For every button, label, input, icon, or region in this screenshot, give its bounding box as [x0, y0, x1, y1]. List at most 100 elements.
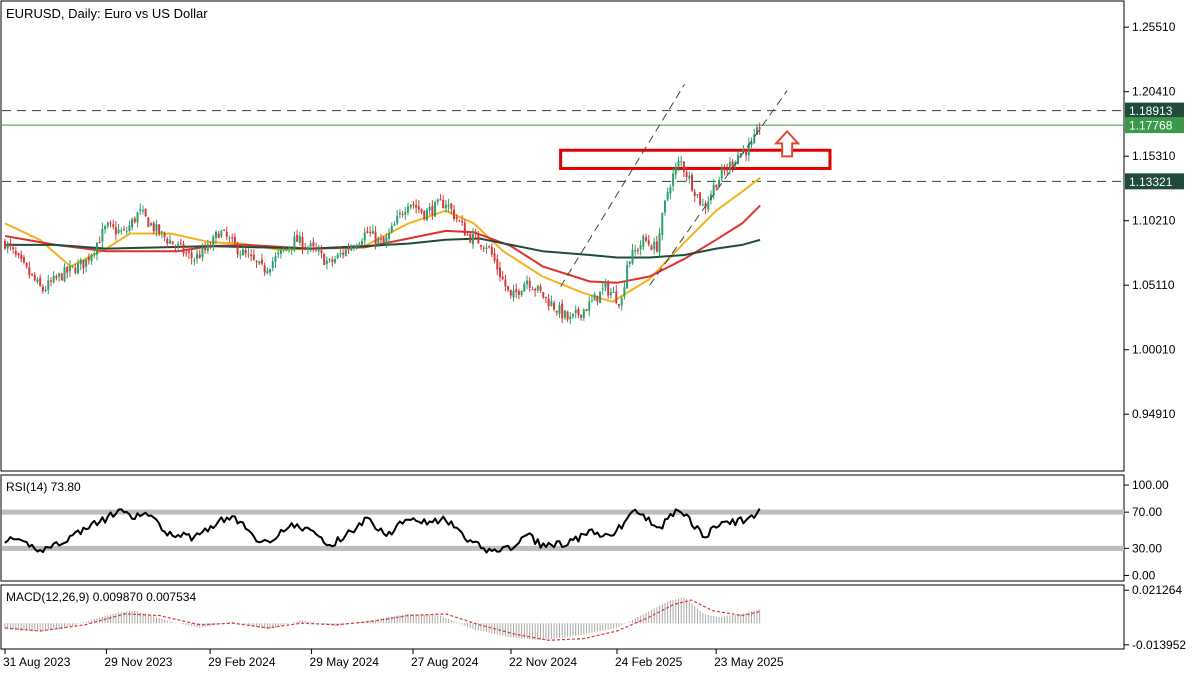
candle-body: [636, 249, 639, 252]
candle-body: [44, 289, 47, 291]
candle-body: [282, 249, 285, 251]
candle-body: [171, 241, 174, 245]
candle-body: [109, 222, 112, 224]
candle-body: [325, 260, 328, 264]
candle-body: [393, 223, 396, 226]
chart-title: EURUSD, Daily: Euro vs US Dollar: [6, 6, 208, 21]
candle-body: [128, 225, 131, 231]
candle-body: [12, 247, 15, 250]
candle-body: [71, 265, 74, 267]
rsi-tick-label-2: 30.00: [1132, 541, 1162, 555]
candle-body: [163, 232, 166, 238]
candle-body: [36, 279, 39, 283]
candle-body: [385, 237, 388, 244]
candle-body: [609, 292, 612, 296]
candle-body: [458, 220, 461, 222]
candle-body: [177, 243, 180, 246]
candle-body: [507, 286, 510, 291]
candle-body: [355, 245, 358, 247]
candle-body: [366, 231, 369, 233]
candle-body: [160, 231, 163, 233]
candle-body: [104, 226, 107, 230]
candle-body: [647, 240, 650, 245]
price-tick-label-1: 1.20410: [1132, 85, 1176, 99]
candle-body: [112, 224, 115, 227]
candle-body: [79, 260, 82, 265]
chart-canvas[interactable]: 1.25510 1.20410 1.15310 1.10210 1.05110 1.000…: [0, 0, 1200, 675]
rsi-tick-label-3: 0.00: [1132, 568, 1156, 582]
candle-body: [382, 237, 385, 244]
candle-body: [542, 291, 545, 298]
candle-body: [85, 258, 88, 267]
candle-body: [147, 217, 150, 228]
candle-body: [526, 280, 529, 285]
candle-body: [404, 211, 407, 215]
candle-body: [17, 253, 20, 256]
candle-body: [634, 250, 637, 252]
candle-body: [534, 288, 537, 291]
candle-body: [501, 276, 504, 280]
candle-body: [331, 259, 334, 263]
candle-body: [469, 233, 472, 243]
candle-body: [363, 232, 366, 241]
candle-body: [60, 273, 63, 281]
candle-body: [369, 231, 372, 234]
candle-body: [726, 169, 729, 171]
candle-body: [150, 223, 153, 226]
candle-body: [168, 240, 171, 244]
candle-body: [6, 243, 9, 249]
candle-body: [204, 247, 207, 251]
candle-body: [758, 127, 761, 130]
candle-body: [390, 225, 393, 233]
candle-body: [9, 242, 12, 247]
candle-body: [28, 267, 31, 276]
candle-body: [452, 209, 455, 219]
macd-tick-label-1: -0.013952: [1132, 638, 1186, 652]
candle-body: [141, 210, 144, 212]
candle-body: [553, 302, 556, 310]
candle-body: [547, 298, 550, 307]
candle-body: [258, 261, 261, 264]
candle-body: [233, 236, 236, 244]
candle-body: [463, 222, 466, 236]
candle-body: [450, 203, 453, 209]
candle-body: [693, 191, 696, 196]
candle-body: [123, 228, 126, 230]
candle-body: [87, 257, 90, 261]
candle-body: [612, 291, 615, 293]
candle-body: [304, 248, 307, 250]
candle-body: [93, 252, 96, 254]
candle-body: [599, 291, 602, 303]
candle-body: [206, 244, 209, 252]
candle-body: [41, 286, 44, 292]
candle-body: [260, 259, 263, 264]
candle-body: [212, 236, 215, 247]
candle-body: [561, 303, 564, 319]
candle-body: [342, 252, 345, 255]
price-badge-label-lower: 1.13321: [1129, 175, 1173, 189]
candle-body: [488, 246, 491, 248]
candle-body: [439, 199, 442, 201]
candle-body: [252, 254, 255, 260]
candle-body: [688, 175, 691, 179]
candle-body: [574, 309, 577, 313]
candle-body: [471, 233, 474, 245]
candle-body: [306, 247, 309, 250]
candle-body: [590, 300, 593, 302]
candle-body: [155, 224, 158, 232]
candle-body: [198, 254, 201, 259]
price-tick-label-0: 1.25510: [1132, 20, 1176, 34]
candle-body: [442, 199, 445, 209]
candle-body: [328, 259, 331, 261]
candle-body: [277, 252, 280, 255]
candle-body: [645, 237, 648, 241]
candle-body: [563, 310, 566, 318]
candle-body: [580, 314, 583, 318]
candle-body: [82, 260, 85, 269]
candle-body: [288, 247, 291, 250]
candle-body: [298, 235, 301, 243]
candle-body: [407, 206, 410, 213]
time-tick-label-4: 27 Aug 2024: [411, 655, 479, 669]
eurusd-trading-chart[interactable]: 1.25510 1.20410 1.15310 1.10210 1.05110 1.000…: [0, 0, 1200, 675]
candle-body: [371, 230, 374, 234]
